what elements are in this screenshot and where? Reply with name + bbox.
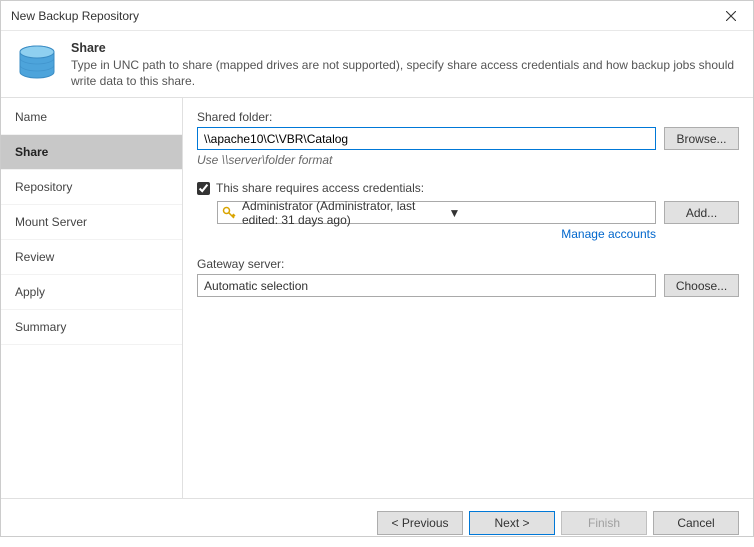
shared-folder-input[interactable] bbox=[197, 127, 656, 150]
sidebar-item-label: Summary bbox=[15, 320, 66, 334]
cancel-button[interactable]: Cancel bbox=[653, 511, 739, 535]
shared-folder-helper: Use \\server\folder format bbox=[197, 153, 739, 167]
gateway-value-box: Automatic selection bbox=[197, 274, 656, 297]
wizard-header: Share Type in UNC path to share (mapped … bbox=[1, 31, 753, 97]
sidebar-item-name[interactable]: Name bbox=[1, 100, 182, 135]
sidebar-item-repository[interactable]: Repository bbox=[1, 170, 182, 205]
gateway-value: Automatic selection bbox=[204, 279, 308, 293]
chevron-down-icon: ▼ bbox=[449, 206, 650, 220]
sidebar-item-review[interactable]: Review bbox=[1, 240, 182, 275]
page-description: Type in UNC path to share (mapped drives… bbox=[71, 57, 739, 89]
key-icon bbox=[222, 206, 236, 220]
wizard-steps-sidebar: Name Share Repository Mount Server Review App… bbox=[1, 98, 183, 498]
sidebar-item-summary[interactable]: Summary bbox=[1, 310, 182, 345]
wizard-content: Shared folder: Browse... Use \\server\fo… bbox=[183, 98, 753, 498]
sidebar-item-label: Repository bbox=[15, 180, 72, 194]
sidebar-item-label: Share bbox=[15, 145, 48, 159]
gateway-label: Gateway server: bbox=[197, 257, 739, 271]
close-button[interactable] bbox=[708, 1, 753, 31]
credentials-checkbox-label: This share requires access credentials: bbox=[216, 181, 424, 195]
sidebar-item-label: Review bbox=[15, 250, 54, 264]
repository-icon bbox=[15, 41, 59, 85]
credentials-selected-value: Administrator (Administrator, last edite… bbox=[242, 199, 443, 227]
page-title: Share bbox=[71, 41, 739, 55]
sidebar-item-mount-server[interactable]: Mount Server bbox=[1, 205, 182, 240]
titlebar: New Backup Repository bbox=[1, 1, 753, 31]
previous-button[interactable]: < Previous bbox=[377, 511, 463, 535]
next-button[interactable]: Next > bbox=[469, 511, 555, 535]
sidebar-item-label: Mount Server bbox=[15, 215, 87, 229]
window-title: New Backup Repository bbox=[11, 9, 139, 23]
choose-gateway-button[interactable]: Choose... bbox=[664, 274, 739, 297]
shared-folder-label: Shared folder: bbox=[197, 110, 739, 124]
add-credentials-button[interactable]: Add... bbox=[664, 201, 739, 224]
sidebar-item-label: Apply bbox=[15, 285, 45, 299]
close-icon bbox=[726, 11, 736, 21]
wizard-footer: < Previous Next > Finish Cancel bbox=[1, 498, 753, 547]
credentials-dropdown[interactable]: Administrator (Administrator, last edite… bbox=[217, 201, 656, 224]
sidebar-item-label: Name bbox=[15, 110, 47, 124]
sidebar-item-apply[interactable]: Apply bbox=[1, 275, 182, 310]
manage-accounts-link[interactable]: Manage accounts bbox=[561, 227, 656, 241]
browse-button[interactable]: Browse... bbox=[664, 127, 739, 150]
finish-button[interactable]: Finish bbox=[561, 511, 647, 535]
credentials-checkbox[interactable] bbox=[197, 182, 210, 195]
sidebar-item-share[interactable]: Share bbox=[1, 135, 182, 170]
